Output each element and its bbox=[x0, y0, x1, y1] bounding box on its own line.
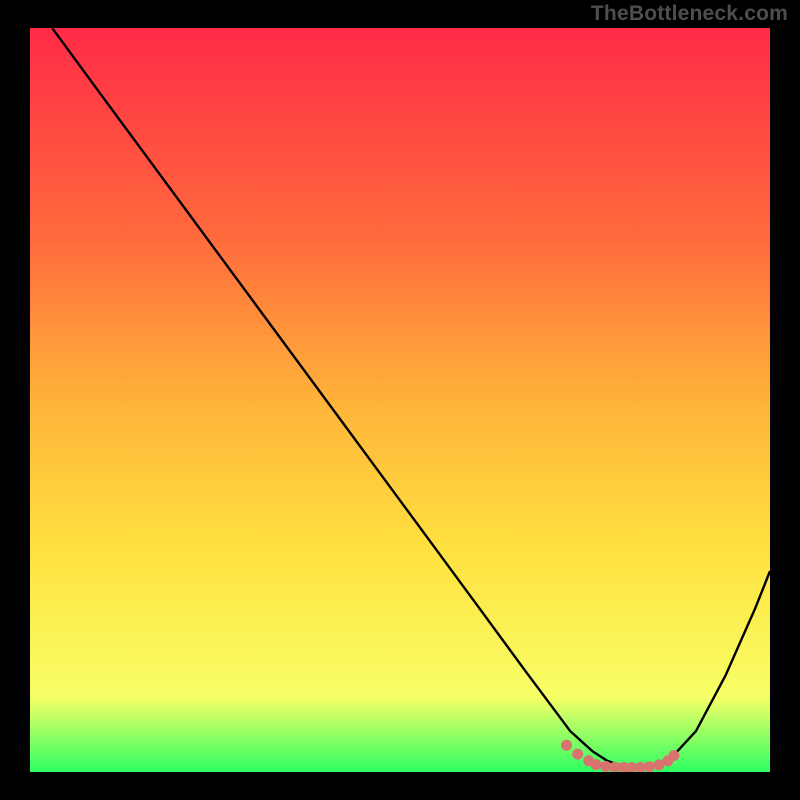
marker-dot bbox=[572, 749, 583, 760]
watermark-text: TheBottleneck.com bbox=[591, 2, 788, 26]
marker-dot bbox=[668, 750, 679, 761]
chart-svg bbox=[30, 28, 770, 772]
marker-dot bbox=[591, 759, 602, 770]
plot-area bbox=[30, 28, 770, 772]
marker-dot bbox=[644, 761, 655, 772]
gradient-bg bbox=[30, 28, 770, 772]
marker-dot bbox=[561, 740, 572, 751]
chart-frame: TheBottleneck.com bbox=[0, 0, 800, 800]
